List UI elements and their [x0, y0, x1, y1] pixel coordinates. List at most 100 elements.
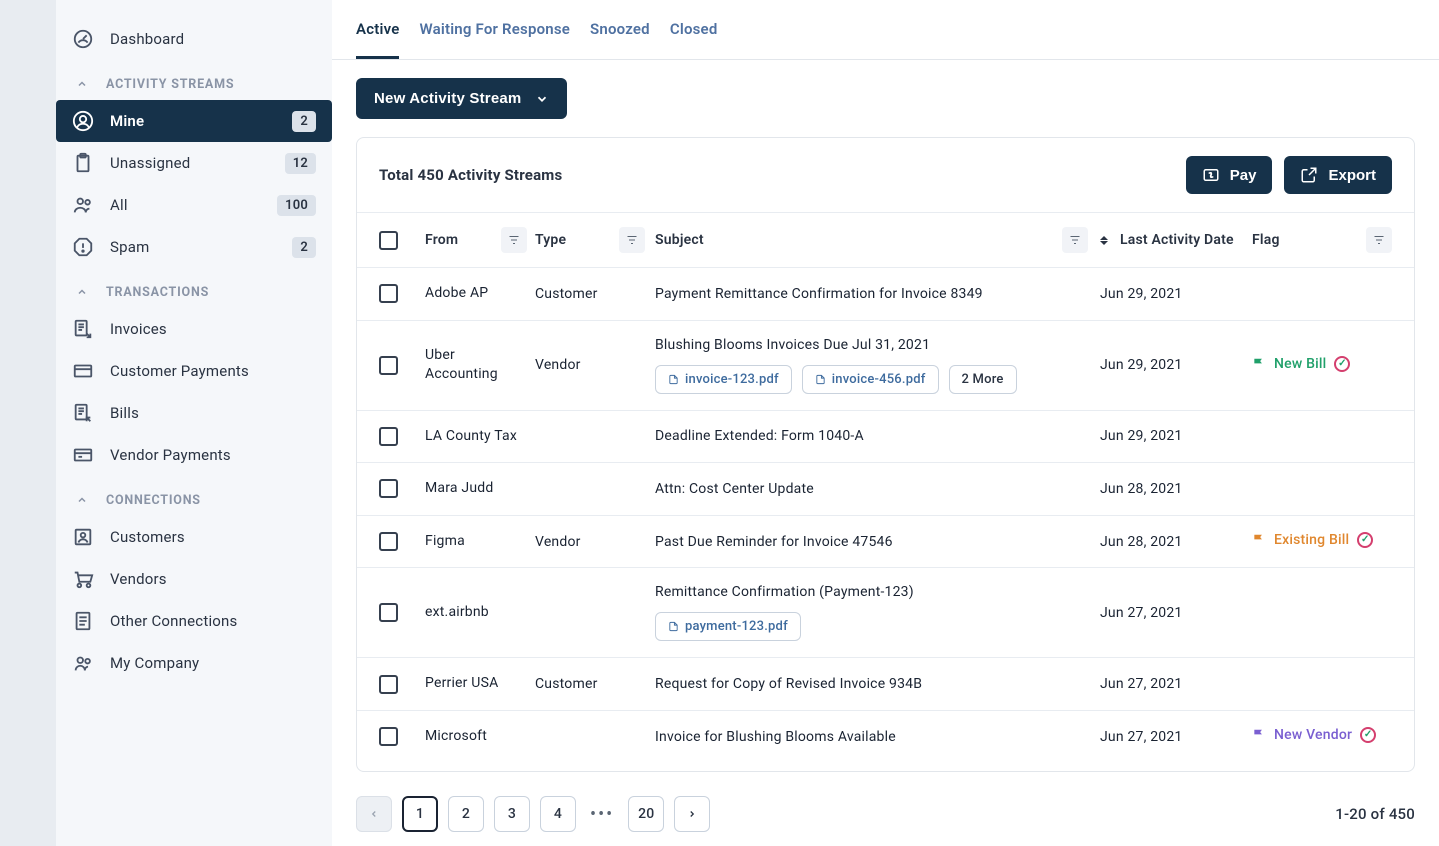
company-icon: [72, 652, 94, 674]
attachment-chip[interactable]: invoice-456.pdf: [802, 365, 939, 394]
row-checkbox[interactable]: [379, 727, 398, 746]
type-filter-button[interactable]: [619, 227, 645, 253]
row-checkbox[interactable]: [379, 603, 398, 622]
sidebar-item-label: Invoices: [110, 320, 316, 338]
sidebar-item-spam[interactable]: Spam 2: [56, 226, 332, 268]
cell-subject: Invoice for Blushing Blooms Available: [655, 729, 1088, 745]
chevron-up-icon: [72, 74, 92, 94]
table-row[interactable]: ext.airbnb Remittance Confirmation (Paym…: [357, 567, 1414, 657]
cell-date: Jun 29, 2021: [1100, 428, 1252, 444]
sidebar-group-header[interactable]: TRANSACTIONS: [56, 268, 332, 308]
table-row[interactable]: Perrier USA Customer Request for Copy of…: [357, 657, 1414, 710]
table-row[interactable]: Mara Judd Attn: Cost Center Update Jun 2…: [357, 462, 1414, 515]
cell-from: ext.airbnb: [425, 603, 535, 623]
subject-filter-button[interactable]: [1062, 227, 1088, 253]
row-checkbox[interactable]: [379, 356, 398, 375]
page-button[interactable]: 2: [448, 796, 484, 832]
table-row[interactable]: Microsoft Invoice for Blushing Blooms Av…: [357, 710, 1414, 763]
page-button[interactable]: 4: [540, 796, 576, 832]
sidebar-item-badge: 2: [292, 237, 316, 258]
cell-subject: Blushing Blooms Invoices Due Jul 31, 202…: [655, 337, 1088, 353]
sidebar-item-vendors[interactable]: Vendors: [56, 558, 332, 600]
page-prev-button[interactable]: [356, 796, 392, 832]
check-circle-icon: [1360, 727, 1376, 743]
attachment-name: invoice-123.pdf: [685, 372, 779, 387]
sidebar-item-mine[interactable]: Mine 2: [56, 100, 332, 142]
attachment-name: invoice-456.pdf: [832, 372, 926, 387]
sidebar-item-customers[interactable]: Customers: [56, 516, 332, 558]
table-row[interactable]: Adobe AP Customer Payment Remittance Con…: [357, 267, 1414, 320]
cell-subject: Past Due Reminder for Invoice 47546: [655, 534, 1088, 550]
sidebar-item-other-connections[interactable]: Other Connections: [56, 600, 332, 642]
cell-flag: New Vendor: [1252, 727, 1392, 746]
tab-closed[interactable]: Closed: [670, 0, 718, 59]
sidebar-group-header[interactable]: CONNECTIONS: [56, 476, 332, 516]
table-row[interactable]: Uber Accounting Vendor Blushing Blooms I…: [357, 320, 1414, 410]
table-row[interactable]: LA County Tax Deadline Extended: Form 10…: [357, 410, 1414, 463]
panel-title: Total 450 Activity Streams: [379, 166, 1174, 184]
tab-waiting-for-response[interactable]: Waiting For Response: [419, 0, 570, 59]
gauge-icon: [72, 28, 94, 50]
cell-type: Customer: [535, 676, 655, 692]
flag-label: Existing Bill: [1274, 532, 1349, 548]
row-checkbox[interactable]: [379, 532, 398, 551]
flag-icon: [1252, 533, 1266, 547]
cell-type: Vendor: [535, 357, 655, 373]
select-all-checkbox[interactable]: [379, 231, 398, 250]
sidebar-item-invoices[interactable]: Invoices: [56, 308, 332, 350]
sidebar-item-label: All: [110, 196, 277, 214]
cell-date: Jun 29, 2021: [1100, 357, 1252, 373]
page-button[interactable]: 1: [402, 796, 438, 832]
cell-date: Jun 27, 2021: [1100, 676, 1252, 692]
row-checkbox[interactable]: [379, 427, 398, 446]
export-button[interactable]: Export: [1284, 156, 1392, 194]
cell-flag: New Bill: [1252, 356, 1392, 375]
sidebar-item-my-company[interactable]: My Company: [56, 642, 332, 684]
column-header-type: Type: [535, 232, 566, 248]
sidebar-item-unassigned[interactable]: Unassigned 12: [56, 142, 332, 184]
row-checkbox[interactable]: [379, 675, 398, 694]
cell-from: Adobe AP: [425, 284, 535, 304]
attachment-chip[interactable]: payment-123.pdf: [655, 612, 801, 641]
page-range: 1-20 of 450: [1335, 805, 1415, 823]
column-header-from: From: [425, 232, 458, 248]
check-circle-icon: [1334, 356, 1350, 372]
row-checkbox[interactable]: [379, 479, 398, 498]
page-last-button[interactable]: 20: [628, 796, 664, 832]
table-body: Adobe AP Customer Payment Remittance Con…: [357, 267, 1414, 771]
sidebar-item-label: My Company: [110, 654, 316, 672]
invoice-out-icon: [72, 318, 94, 340]
flag-filter-button[interactable]: [1366, 227, 1392, 253]
tab-active[interactable]: Active: [356, 0, 399, 59]
page-next-button[interactable]: [674, 796, 710, 832]
attachment-more[interactable]: 2 More: [949, 365, 1017, 394]
sidebar-group-header[interactable]: ACTIVITY STREAMS: [56, 60, 332, 100]
cell-date: Jun 27, 2021: [1100, 605, 1252, 621]
button-label: New Activity Stream: [374, 90, 521, 107]
sidebar-item-bills[interactable]: Bills: [56, 392, 332, 434]
table-row[interactable]: Figma Vendor Past Due Reminder for Invoi…: [357, 515, 1414, 568]
cell-date: Jun 28, 2021: [1100, 534, 1252, 550]
sidebar-item-dashboard[interactable]: Dashboard: [56, 18, 332, 60]
toolbar: New Activity Stream: [332, 60, 1439, 137]
sidebar: Dashboard ACTIVITY STREAMS Mine 2 Unassi…: [56, 0, 332, 846]
chevron-up-icon: [72, 490, 92, 510]
sort-icon[interactable]: [1100, 236, 1114, 245]
sidebar-item-all[interactable]: All 100: [56, 184, 332, 226]
new-activity-stream-button[interactable]: New Activity Stream: [356, 78, 567, 119]
row-checkbox[interactable]: [379, 284, 398, 303]
attachment-chip[interactable]: invoice-123.pdf: [655, 365, 792, 394]
page-button[interactable]: 3: [494, 796, 530, 832]
from-filter-button[interactable]: [501, 227, 527, 253]
tab-snoozed[interactable]: Snoozed: [590, 0, 650, 59]
pay-icon: [1202, 166, 1220, 184]
clipboard-icon: [72, 152, 94, 174]
pay-button[interactable]: Pay: [1186, 156, 1273, 194]
cell-from: Microsoft: [425, 727, 535, 747]
sidebar-item-label: Spam: [110, 238, 292, 256]
tabs: Active Waiting For Response Snoozed Closed: [332, 0, 1439, 60]
sidebar-item-customer-payments[interactable]: Customer Payments: [56, 350, 332, 392]
sidebar-item-label: Mine: [110, 112, 292, 130]
sidebar-item-vendor-payments[interactable]: Vendor Payments: [56, 434, 332, 476]
flag-icon: [1252, 728, 1266, 742]
